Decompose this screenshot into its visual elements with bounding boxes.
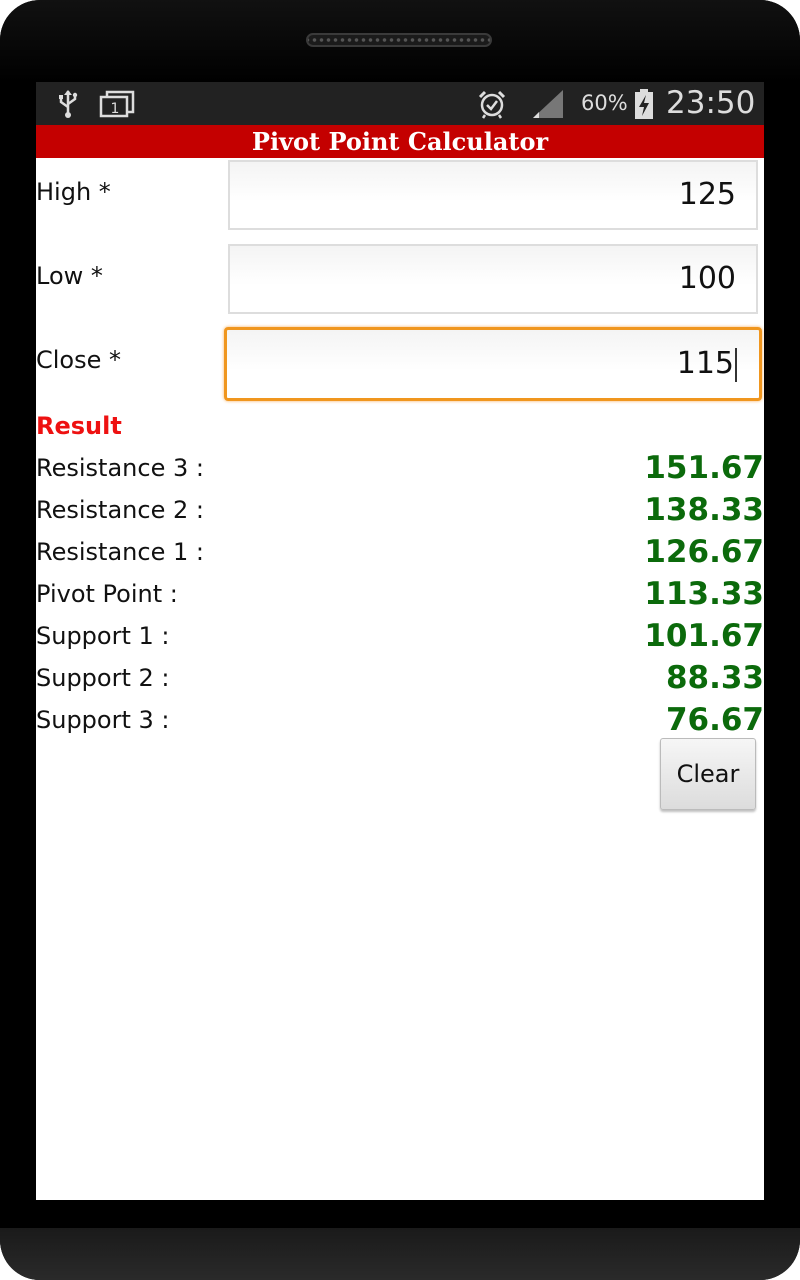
- app-title: Pivot Point Calculator: [251, 127, 549, 156]
- signal-icon: [530, 82, 566, 125]
- clock: 23:50: [666, 85, 756, 121]
- result-label: Pivot Point :: [36, 580, 178, 608]
- result-value: 101.67: [644, 618, 764, 654]
- result-label: Support 2 :: [36, 664, 170, 692]
- result-label: Support 3 :: [36, 706, 170, 734]
- high-label: High *: [36, 178, 111, 206]
- result-value: 126.67: [644, 534, 764, 570]
- result-value: 88.33: [665, 660, 764, 696]
- close-input[interactable]: 115: [224, 327, 762, 401]
- close-input-value: 115: [676, 346, 734, 381]
- battery-charging-icon: [632, 82, 656, 125]
- result-row-support-3: Support 3 : 76.67: [36, 699, 764, 741]
- result-label: Support 1 :: [36, 622, 170, 650]
- battery-percent: 60%: [581, 91, 628, 115]
- low-label: Low *: [36, 262, 103, 290]
- speaker-grille: [306, 33, 492, 47]
- status-bar: 1 60% 23:50: [36, 82, 764, 125]
- phone-frame: 1 60% 23:50 Pivot Point Calculator High …: [0, 0, 800, 1280]
- result-label: Resistance 3 :: [36, 454, 204, 482]
- close-label: Close *: [36, 346, 122, 374]
- result-row-resistance-3: Resistance 3 : 151.67: [36, 447, 764, 489]
- result-row-resistance-1: Resistance 1 : 126.67: [36, 531, 764, 573]
- phone-top-bezel: [0, 0, 800, 82]
- result-label: Resistance 1 :: [36, 538, 204, 566]
- result-row-resistance-2: Resistance 2 : 138.33: [36, 489, 764, 531]
- phone-bottom-bezel: [0, 1228, 800, 1280]
- alarm-icon: [476, 82, 508, 125]
- high-input-value: 125: [678, 177, 736, 212]
- result-row-pivot-point: Pivot Point : 113.33: [36, 573, 764, 615]
- result-row-support-1: Support 1 : 101.67: [36, 615, 764, 657]
- result-label: Resistance 2 :: [36, 496, 204, 524]
- result-value: 76.67: [665, 702, 764, 738]
- usb-icon: [54, 82, 82, 125]
- text-caret: [735, 347, 737, 382]
- low-input-value: 100: [678, 261, 736, 296]
- result-value: 138.33: [644, 492, 764, 528]
- result-heading: Result: [36, 412, 122, 440]
- app-title-bar: Pivot Point Calculator: [36, 125, 764, 158]
- low-input[interactable]: 100: [228, 244, 758, 314]
- screen: 1 60% 23:50 Pivot Point Calculator High …: [36, 82, 764, 1200]
- result-value: 113.33: [644, 576, 764, 612]
- high-input[interactable]: 125: [228, 160, 758, 230]
- clear-button[interactable]: Clear: [660, 738, 756, 810]
- result-row-support-2: Support 2 : 88.33: [36, 657, 764, 699]
- result-value: 151.67: [644, 450, 764, 486]
